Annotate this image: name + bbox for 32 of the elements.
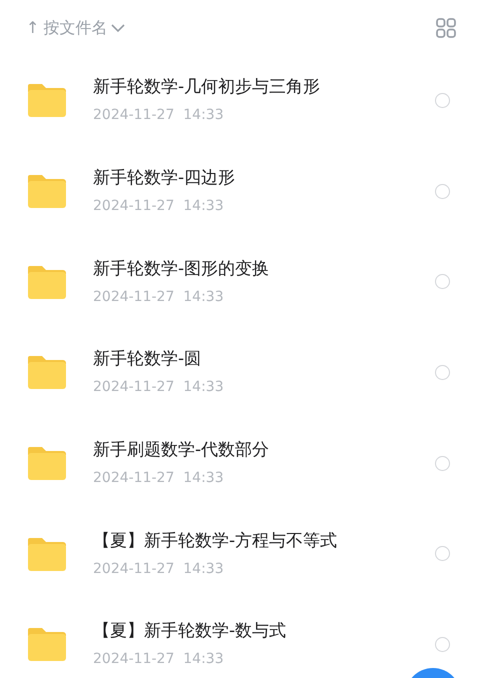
modified-date: 2024-11-27 14:33 [93,288,225,307]
modified-date: 2024-11-27 14:33 [93,106,225,126]
select-radio[interactable] [435,636,450,652]
folder-name: 新手轮数学-四边形 [93,167,236,190]
folder-icon [27,445,67,482]
chevron-down-icon [111,22,126,32]
folder-name: 新手轮数学-图形的变换 [93,258,270,281]
folder-icon [27,354,67,390]
sort-button[interactable]: ↑ 按文件名 [26,16,126,40]
folder-name: 新手轮数学-几何初步与三角形 [93,76,322,100]
select-radio[interactable] [435,456,450,471]
modified-date: 2024-11-27 14:33 [93,197,225,216]
folder-name: 新手轮数学-圆 [93,348,202,372]
modified-date: 2024-11-27 14:33 [93,560,225,579]
folder-name: 【夏】新手轮数学-数与式 [93,620,288,644]
modified-date: 2024-11-27 14:33 [93,469,225,488]
folder-name: 新手刷题数学-代数部分 [93,439,270,462]
sort-arrow: ↑ [26,16,40,38]
folder-icon [27,82,67,118]
grid-view-icon[interactable] [436,18,456,38]
folder-icon [27,264,67,300]
select-radio[interactable] [435,364,450,380]
folder-name: 【夏】新手轮数学-方程与不等式 [93,530,338,553]
modified-date: 2024-11-27 14:33 [93,378,225,398]
modified-date: 2024-11-27 14:33 [93,650,225,670]
select-radio[interactable] [435,184,450,199]
select-radio[interactable] [435,546,450,562]
folder-icon [27,626,67,662]
select-radio[interactable] [435,92,450,108]
select-radio[interactable] [435,274,450,290]
folder-icon [27,173,67,210]
folder-icon [27,536,67,572]
